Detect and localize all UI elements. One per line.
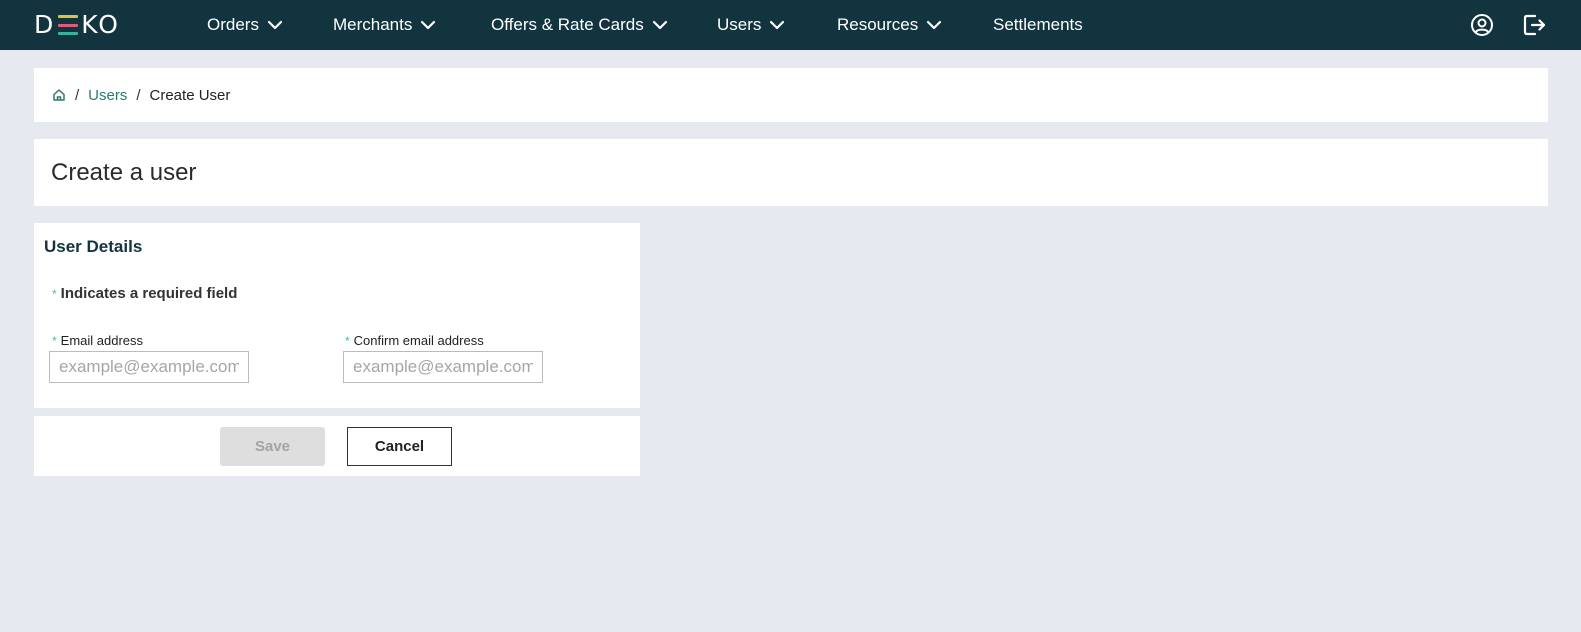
confirm-email-label-text: Confirm email address: [353, 333, 484, 348]
nav-settlements[interactable]: Settlements: [993, 0, 1083, 50]
confirm-email-label: * Confirm email address: [345, 333, 484, 348]
email-label-text: Email address: [60, 333, 144, 348]
required-marker: *: [52, 334, 57, 348]
page-title-card: Create a user: [34, 139, 1548, 206]
breadcrumb-separator: /: [136, 86, 141, 104]
home-icon[interactable]: [52, 88, 66, 102]
nav-offers-rate-cards[interactable]: Offers & Rate Cards: [491, 0, 668, 50]
section-title: User Details: [44, 237, 143, 256]
nav-label: Merchants: [333, 15, 413, 34]
nav-resources[interactable]: Resources: [837, 0, 942, 50]
breadcrumb: / Users / Create User: [34, 68, 1548, 122]
logo-letters: KO: [81, 10, 120, 39]
page-title: Create a user: [51, 158, 197, 186]
deko-logo[interactable]: D KO: [34, 12, 120, 38]
nav-users[interactable]: Users: [717, 0, 785, 50]
chevron-down-icon: [421, 20, 436, 30]
chevron-down-icon: [267, 20, 283, 30]
chevron-down-icon: [770, 20, 785, 30]
email-label: * Email address: [52, 333, 143, 348]
nav-label: Users: [717, 15, 762, 34]
required-field-note: * Indicates a required field: [52, 285, 237, 302]
user-account-icon[interactable]: [1469, 12, 1495, 38]
logo-letter: D: [34, 10, 56, 39]
cancel-button[interactable]: Cancel: [347, 427, 452, 466]
confirm-email-field[interactable]: [343, 351, 543, 383]
logo-bars-icon: [58, 15, 79, 35]
nav-merchants[interactable]: Merchants: [333, 0, 436, 50]
nav-label: Settlements: [993, 15, 1083, 34]
breadcrumb-current: Create User: [149, 86, 231, 104]
required-note-text: Indicates a required field: [60, 285, 238, 302]
nav-orders[interactable]: Orders: [207, 0, 283, 50]
nav-label: Resources: [837, 15, 919, 34]
breadcrumb-separator: /: [75, 86, 80, 104]
nav-label: Offers & Rate Cards: [491, 15, 644, 34]
user-details-card: User Details * Indicates a required field…: [34, 223, 640, 408]
top-navigation-bar: D KO Orders Merchants Offers & Rate Card…: [0, 0, 1581, 50]
required-marker: *: [345, 334, 350, 348]
email-field[interactable]: [49, 351, 249, 383]
breadcrumb-link-users[interactable]: Users: [88, 87, 127, 104]
required-marker: *: [52, 287, 57, 301]
chevron-down-icon: [652, 20, 667, 30]
save-button[interactable]: Save: [220, 427, 325, 466]
form-actions-card: Save Cancel: [34, 416, 640, 476]
nav-label: Orders: [207, 15, 259, 34]
chevron-down-icon: [927, 20, 942, 30]
logout-icon[interactable]: [1521, 12, 1547, 38]
